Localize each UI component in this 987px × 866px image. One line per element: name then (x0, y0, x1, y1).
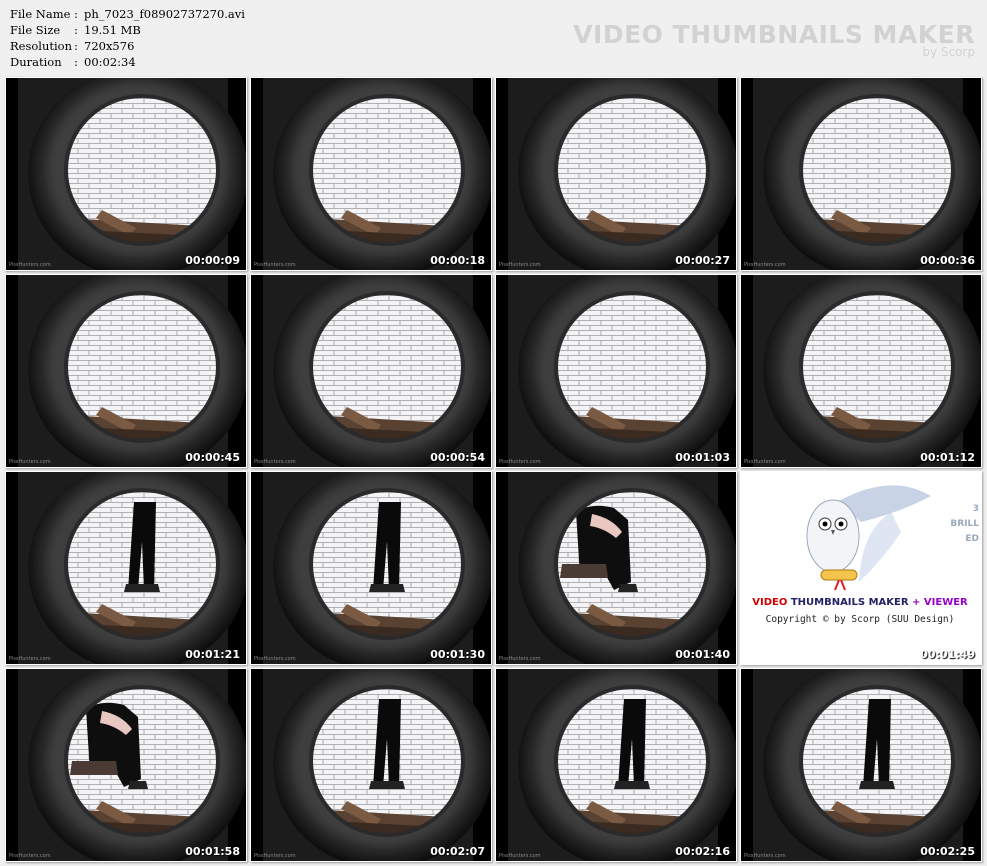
frame-image (6, 472, 246, 664)
owl-logo-image (741, 472, 981, 664)
thumbnail-frame[interactable]: PissHunters.com 00:00:27 (495, 77, 737, 271)
site-watermark: PissHunters.com (254, 656, 296, 662)
timestamp-label: 00:00:18 (430, 254, 485, 267)
site-watermark: PissHunters.com (9, 853, 51, 859)
thumbnail-frame[interactable]: PissHunters.com 00:02:16 (495, 668, 737, 862)
logo-side-line: BRILL (950, 519, 979, 529)
frame-image (741, 78, 981, 270)
file-size-row: File Size:19.51 MB (10, 23, 141, 37)
frame-image (251, 669, 491, 861)
frame-image (741, 275, 981, 467)
thumbnail-frame[interactable]: PissHunters.com 00:00:54 (250, 274, 492, 468)
file-size-value: 19.51 MB (84, 23, 141, 37)
timestamp-label: 00:02:16 (675, 845, 730, 858)
site-watermark: PissHunters.com (254, 459, 296, 465)
frame-image (496, 472, 736, 664)
site-watermark: PissHunters.com (254, 262, 296, 268)
site-watermark: PissHunters.com (9, 262, 51, 268)
logo-product-name: VIDEO THUMBNAILS MAKER + VIEWER (741, 597, 979, 608)
timestamp-label: 00:02:07 (430, 845, 485, 858)
thumbnail-frame[interactable]: PissHunters.com 00:02:07 (250, 668, 492, 862)
thumbnail-frame[interactable]: PissHunters.com 00:01:21 (5, 471, 247, 665)
site-watermark: PissHunters.com (254, 853, 296, 859)
thumbnail-frame[interactable]: PissHunters.com 00:00:45 (5, 274, 247, 468)
timestamp-label: 00:00:54 (430, 451, 485, 464)
frame-image (251, 78, 491, 270)
timestamp-label: 00:01:12 (920, 451, 975, 464)
resolution-row: Resolution:720x576 (10, 39, 135, 53)
thumbnail-frame[interactable]: PissHunters.com 00:00:09 (5, 77, 247, 271)
file-name-row: File Name: ph_7023_f08902737270.avi (10, 7, 245, 21)
file-name-value: ph_7023_f08902737270.avi (84, 7, 245, 21)
site-watermark: PissHunters.com (499, 656, 541, 662)
timestamp-label: 00:00:09 (185, 254, 240, 267)
site-watermark: PissHunters.com (744, 459, 786, 465)
logo-word-viewer: + VIEWER (912, 597, 968, 608)
thumbnail-frame[interactable]: PissHunters.com 00:01:40 (495, 471, 737, 665)
site-watermark: PissHunters.com (744, 853, 786, 859)
timestamp-label: 00:00:27 (675, 254, 730, 267)
frame-image (741, 669, 981, 861)
file-size-label: File Size (10, 23, 61, 37)
logo-word-video: VIDEO (752, 597, 791, 608)
timestamp-label: 00:01:30 (430, 648, 485, 661)
thumbnail-frame[interactable]: PissHunters.com 00:02:25 (740, 668, 982, 862)
site-watermark: PissHunters.com (744, 262, 786, 268)
frame-image (496, 275, 736, 467)
timestamp-label: 00:01:21 (185, 648, 240, 661)
file-name-label: File Name (10, 7, 71, 21)
resolution-value: 720x576 (84, 39, 135, 53)
resolution-label: Resolution (10, 39, 73, 53)
thumbnail-logo-tile[interactable]: VIDEO THUMBNAILS MAKER + VIEWER Copyright… (740, 471, 982, 665)
timestamp-label: 00:00:36 (920, 254, 975, 267)
logo-side-text: 3 BRILL ED (950, 502, 979, 547)
thumbnail-frame[interactable]: PissHunters.com 00:00:18 (250, 77, 492, 271)
site-watermark: PissHunters.com (499, 459, 541, 465)
frame-image (6, 669, 246, 861)
timestamp-label: 00:01:49 (920, 648, 975, 661)
frame-image (251, 472, 491, 664)
thumbnail-frame[interactable]: PissHunters.com 00:01:30 (250, 471, 492, 665)
timestamp-label: 00:00:45 (185, 451, 240, 464)
site-watermark: PissHunters.com (499, 262, 541, 268)
frame-image (251, 275, 491, 467)
file-info-panel: File Name: ph_7023_f08902737270.avi File … (10, 6, 245, 70)
frame-image (496, 669, 736, 861)
thumbnail-frame[interactable]: PissHunters.com 00:01:12 (740, 274, 982, 468)
thumbnail-frame[interactable]: PissHunters.com 00:00:36 (740, 77, 982, 271)
duration-label: Duration (10, 55, 62, 69)
logo-copyright: Copyright © by Scorp (SUU Design) (765, 614, 955, 625)
frame-image (496, 78, 736, 270)
duration-row: Duration:00:02:34 (10, 55, 136, 69)
brand-title: VIDEO THUMBNAILS MAKER (573, 20, 975, 49)
logo-side-line: ED (965, 534, 979, 544)
timestamp-label: 00:02:25 (920, 845, 975, 858)
site-watermark: PissHunters.com (499, 853, 541, 859)
frame-image (6, 275, 246, 467)
timestamp-label: 00:01:58 (185, 845, 240, 858)
site-watermark: PissHunters.com (9, 656, 51, 662)
timestamp-label: 00:01:40 (675, 648, 730, 661)
brand-watermark: VIDEO THUMBNAILS MAKER by Scorp (573, 20, 975, 59)
site-watermark: PissHunters.com (9, 459, 51, 465)
timestamp-label: 00:01:03 (675, 451, 730, 464)
logo-side-line: 3 (972, 504, 979, 514)
thumbnail-frame[interactable]: PissHunters.com 00:01:58 (5, 668, 247, 862)
logo-word-thumbnails-maker: THUMBNAILS MAKER (790, 597, 913, 608)
duration-value: 00:02:34 (84, 55, 136, 69)
thumbnail-frame[interactable]: PissHunters.com 00:01:03 (495, 274, 737, 468)
frame-image (6, 78, 246, 270)
